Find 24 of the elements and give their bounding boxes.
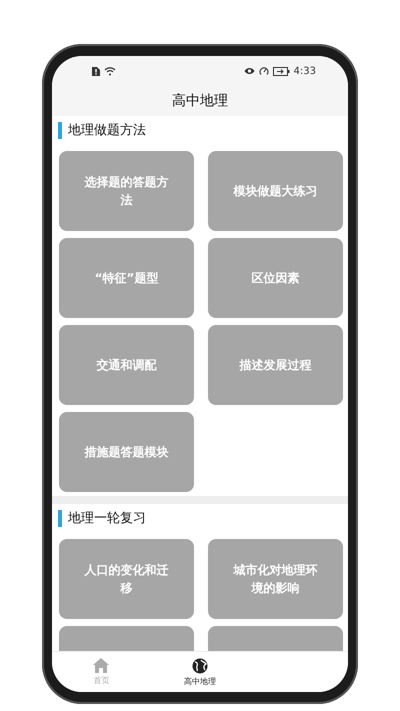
- heading-accent-bar: [58, 510, 62, 526]
- section-heading: 地理做题方法: [68, 122, 146, 139]
- sim-alert-icon: [92, 66, 100, 76]
- section-heading: 地理一轮复习: [68, 510, 146, 527]
- home-icon: [93, 658, 110, 673]
- nav-tab[interactable]: 高中地理: [150, 652, 250, 692]
- status-time: 4:33: [294, 66, 316, 76]
- page-title: 高中地理: [172, 92, 228, 110]
- topic-card[interactable]: 交通和调配: [59, 325, 194, 405]
- topic-card[interactable]: 选择题的答题方法: [59, 151, 194, 231]
- topic-card[interactable]: 描述发展过程: [208, 325, 343, 405]
- topic-card[interactable]: “特征”题型: [59, 238, 194, 318]
- nav-tab[interactable]: 首页: [52, 652, 151, 692]
- topic-card[interactable]: 城市化对地理环境的影响: [208, 539, 343, 619]
- topic-card[interactable]: 区位因素: [208, 238, 343, 318]
- globe-icon: [192, 658, 208, 674]
- battery-icon: [272, 66, 290, 76]
- wifi-icon: [104, 66, 116, 76]
- gauge-icon: [258, 66, 269, 76]
- topic-card[interactable]: 人口的变化和迁移: [59, 539, 194, 619]
- eye-icon: [244, 67, 255, 75]
- topic-card[interactable]: 模块做题大练习: [208, 151, 343, 231]
- topic-card[interactable]: 措施题答题模块: [59, 412, 194, 492]
- heading-accent-bar: [58, 122, 62, 138]
